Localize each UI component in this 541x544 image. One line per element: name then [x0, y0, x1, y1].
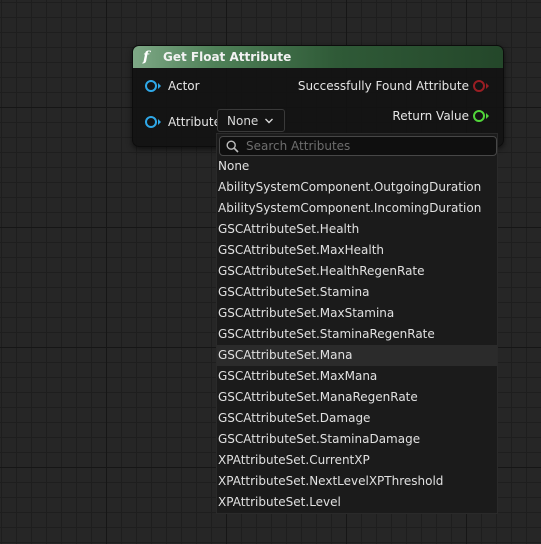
attribute-option[interactable]: GSCAttributeSet.Stamina: [217, 282, 497, 303]
attribute-dropdown-menu: NoneAbilitySystemComponent.OutgoingDurat…: [216, 133, 498, 514]
attribute-option[interactable]: XPAttributeSet.CurrentXP: [217, 450, 497, 471]
attribute-combo-box[interactable]: None: [217, 109, 285, 132]
attribute-option[interactable]: GSCAttributeSet.Mana: [217, 345, 497, 366]
return-value-pin-label: Return Value: [392, 109, 469, 123]
found-attribute-pin-label: Successfully Found Attribute: [297, 79, 469, 93]
attribute-search-input[interactable]: [246, 139, 486, 153]
return-value-pin-icon[interactable]: [473, 110, 485, 122]
function-icon: f: [143, 49, 150, 65]
attribute-search-box[interactable]: [219, 136, 497, 156]
node-title: Get Float Attribute: [163, 50, 292, 64]
attribute-option[interactable]: GSCAttributeSet.StaminaRegenRate: [217, 324, 497, 345]
actor-pin-label: Actor: [168, 79, 200, 93]
node-header[interactable]: f Get Float Attribute: [133, 46, 503, 68]
attribute-combo-value: None: [227, 113, 259, 128]
attribute-option[interactable]: GSCAttributeSet.Health: [217, 219, 497, 240]
attribute-option[interactable]: GSCAttributeSet.StaminaDamage: [217, 429, 497, 450]
attribute-option[interactable]: GSCAttributeSet.MaxHealth: [217, 240, 497, 261]
actor-pin-row[interactable]: Actor: [145, 79, 200, 93]
attribute-option[interactable]: None: [217, 156, 497, 177]
attribute-option[interactable]: GSCAttributeSet.MaxMana: [217, 366, 497, 387]
attribute-option[interactable]: XPAttributeSet.NextLevelXPThreshold: [217, 471, 497, 492]
get-float-attribute-node[interactable]: f Get Float Attribute: [132, 45, 504, 147]
found-attribute-pin-icon[interactable]: [473, 80, 485, 92]
return-value-pin-row[interactable]: Return Value: [392, 109, 489, 123]
actor-pin-arrow-icon: [158, 83, 161, 89]
attribute-option[interactable]: GSCAttributeSet.HealthRegenRate: [217, 261, 497, 282]
chevron-down-icon: [265, 118, 274, 123]
found-attribute-pin-row[interactable]: Successfully Found Attribute: [298, 79, 489, 93]
attribute-option[interactable]: GSCAttributeSet.ManaRegenRate: [217, 387, 497, 408]
return-value-pin-arrow-icon: [486, 113, 489, 119]
search-icon: [226, 139, 239, 153]
attribute-option[interactable]: GSCAttributeSet.MaxStamina: [217, 303, 497, 324]
found-attribute-pin-arrow-icon: [486, 83, 489, 89]
attribute-option[interactable]: AbilitySystemComponent.IncomingDuration: [217, 198, 497, 219]
attribute-pin-arrow-icon: [158, 119, 161, 125]
attribute-pin-row[interactable]: Attribute: [145, 115, 221, 129]
actor-pin-icon[interactable]: [145, 80, 157, 92]
attribute-options-list: None AbilitySystemComponent.OutgoingDurat…: [217, 156, 497, 513]
attribute-pin-label: Attribute: [168, 115, 221, 129]
attribute-option[interactable]: AbilitySystemComponent.OutgoingDuration: [217, 177, 497, 198]
attribute-pin-icon[interactable]: [145, 116, 157, 128]
attribute-option[interactable]: XPAttributeSet.Level: [217, 492, 497, 513]
attribute-option[interactable]: GSCAttributeSet.Damage: [217, 408, 497, 429]
